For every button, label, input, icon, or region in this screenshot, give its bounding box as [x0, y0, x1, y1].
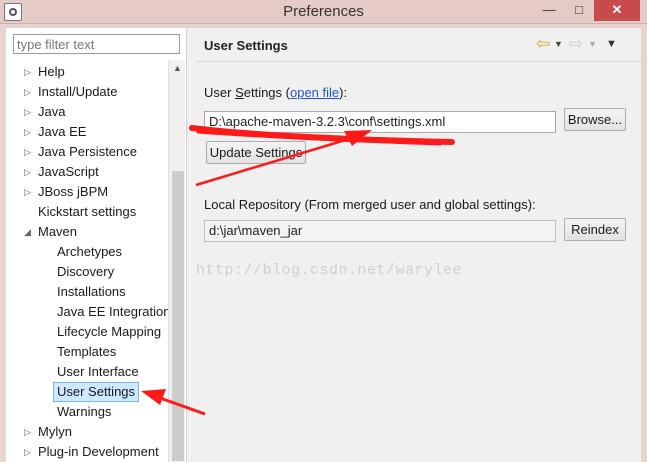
forward-arrow-icon[interactable]: ⇨ [569, 35, 587, 53]
tree-item[interactable]: Kickstart settings [38, 202, 136, 222]
tree-item[interactable]: JBoss jBPM [38, 182, 108, 202]
tree-item[interactable]: Maven [38, 222, 77, 242]
preference-navigation: ▷Help▷Install/Update▷Java▷Java EE▷Java P… [6, 28, 187, 462]
preference-tree: ▷ Help ▷ Install/Update ▷ Java ▷ Java EE ▷ Java P… [6, 60, 168, 462]
title-bar: Preferences — □ ✕ [0, 0, 647, 24]
local-repository-field: d:\jar\maven_jar [204, 220, 556, 242]
tree-scrollbar[interactable]: ▲ [168, 60, 185, 462]
tree-item[interactable]: Install/Update [38, 82, 118, 102]
tree-item[interactable]: User Settings [53, 382, 140, 402]
back-arrow-icon[interactable]: ⇦ [536, 35, 554, 53]
tree-item[interactable]: Archetypes [57, 242, 122, 262]
tree-twisty-icon[interactable]: ▷ [24, 142, 34, 162]
maximize-button[interactable]: □ [566, 0, 592, 21]
local-repository-label: Local Repository (From merged user and g… [204, 197, 536, 212]
tree-twisty-icon[interactable]: ◢ [24, 222, 34, 242]
tree-twisty-icon[interactable]: ▷ [24, 102, 34, 122]
filter-input[interactable] [13, 34, 180, 54]
scroll-up-icon[interactable]: ▲ [169, 60, 186, 77]
tree-twisty-icon[interactable]: ▷ [24, 422, 34, 442]
tree-twisty-icon[interactable]: ▷ [24, 62, 34, 82]
tree-item[interactable]: Java Persistence [38, 142, 137, 162]
preferences-dialog: ▷Help▷Install/Update▷Java▷Java EE▷Java P… [6, 28, 641, 462]
user-settings-field[interactable]: D:\apache-maven-3.2.3\conf\settings.xml [204, 111, 556, 133]
tree-item[interactable]: Java EE Integration [57, 302, 168, 322]
scroll-thumb[interactable] [172, 171, 184, 461]
user-settings-label: User Settings (open file): [204, 85, 348, 100]
tree-item[interactable]: Plug-in Development [38, 442, 159, 462]
tree-item[interactable]: Help [38, 62, 65, 82]
tree-twisty-icon[interactable]: ▷ [24, 122, 34, 142]
tree-item[interactable]: Mylyn [38, 422, 72, 442]
view-menu-icon[interactable]: ▼ [606, 35, 617, 53]
tree-twisty-icon[interactable]: ▷ [24, 82, 34, 102]
tree-twisty-icon[interactable]: ▷ [24, 182, 34, 202]
minimize-button[interactable]: — [536, 0, 562, 21]
tree-twisty-icon[interactable]: ▷ [24, 162, 34, 182]
page-title: User Settings [204, 38, 288, 53]
tree-item[interactable]: Installations [57, 282, 126, 302]
tree-twisty-icon[interactable]: ▷ [24, 442, 34, 462]
back-dropdown-icon[interactable]: ▼ [554, 35, 563, 53]
watermark: http://blog.csdn.net/warylee [196, 262, 463, 279]
tree-item[interactable]: Warnings [57, 402, 111, 422]
tree-item[interactable]: Templates [57, 342, 116, 362]
browse-button[interactable]: Browse... [564, 108, 626, 131]
tree-item[interactable]: Lifecycle Mapping [57, 322, 161, 342]
reindex-button[interactable]: Reindex [564, 218, 626, 241]
close-button[interactable]: ✕ [594, 0, 640, 21]
tree-item[interactable]: User Interface [57, 362, 139, 382]
forward-dropdown-icon[interactable]: ▼ [588, 35, 597, 53]
update-settings-button[interactable]: Update Settings [206, 141, 306, 164]
tree-item[interactable]: JavaScript [38, 162, 99, 182]
tree-item[interactable]: Discovery [57, 262, 114, 282]
tree-item[interactable]: Java [38, 102, 65, 122]
open-file-link[interactable]: open file [290, 85, 339, 100]
page-header: User Settings ⇦ ▼ ⇨ ▼ ▼ [196, 28, 641, 62]
tree-item[interactable]: Java EE [38, 122, 86, 142]
